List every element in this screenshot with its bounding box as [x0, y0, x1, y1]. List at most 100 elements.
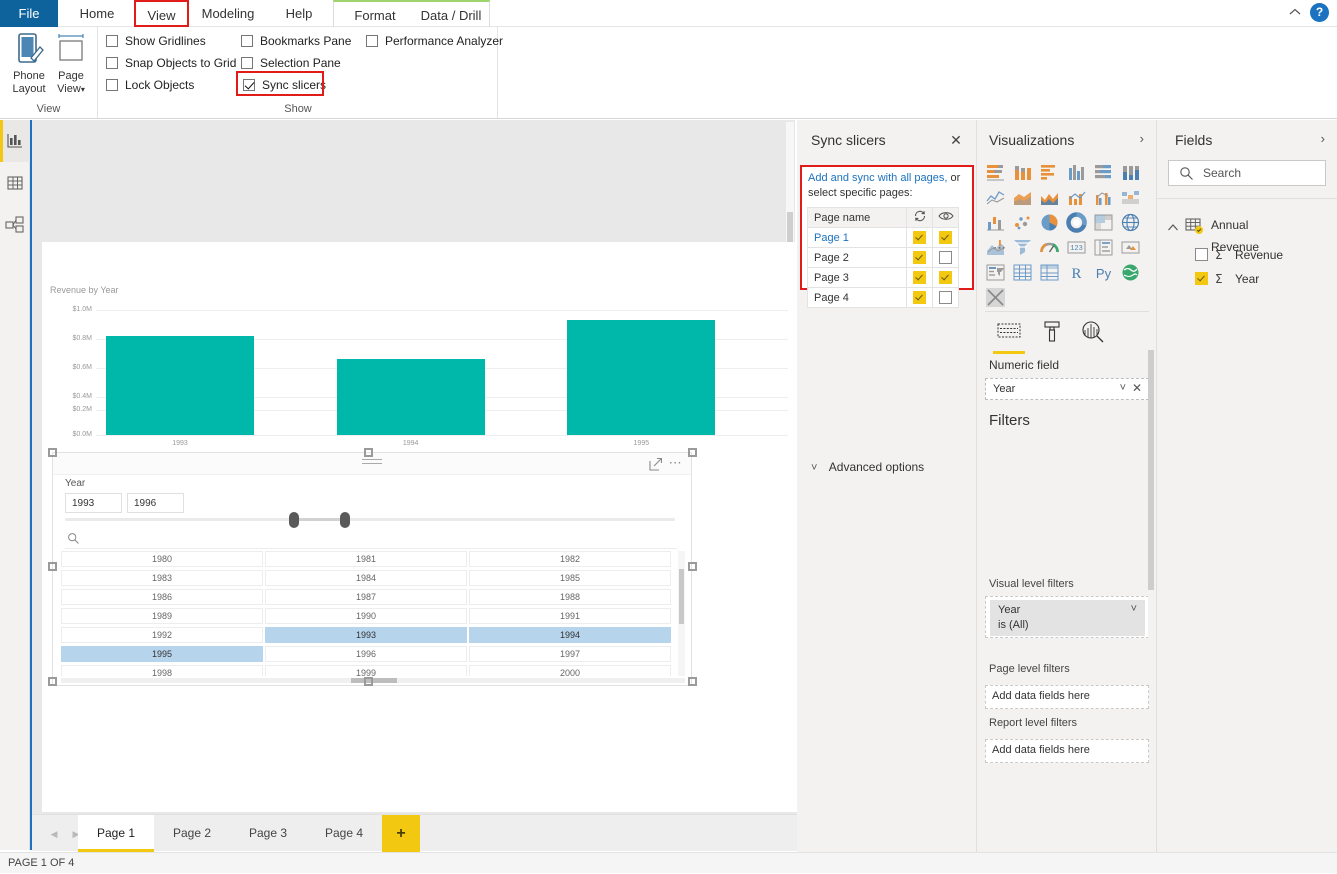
chevron-up-icon[interactable] [1167, 219, 1179, 241]
sync-checkbox[interactable] [906, 267, 933, 288]
slicer-year-item[interactable]: 1996 [265, 646, 467, 662]
checkbox-lock-objects[interactable]: Lock Objects [106, 76, 194, 95]
viz-pane-scrollbar[interactable] [1148, 350, 1154, 660]
drag-handle-icon[interactable] [362, 459, 382, 467]
bar-1993[interactable] [106, 336, 254, 435]
fields-tab[interactable] [989, 318, 1029, 354]
report-level-filter-dropzone[interactable]: Add data fields here [985, 739, 1149, 763]
phone-layout-button[interactable]: Phone Layout [6, 31, 52, 96]
more-options-icon[interactable]: ⋯ [669, 456, 683, 470]
slicer-search-row[interactable] [65, 531, 677, 549]
year-slicer-visual[interactable]: ⋯ Year 1993 1996 1980 1981 1982 1983 1984 198… [52, 452, 692, 686]
numeric-field-well[interactable]: Year ˅ ✕ [985, 378, 1149, 400]
clustered-column-chart-icon[interactable] [1066, 162, 1087, 183]
sync-icon[interactable] [906, 207, 933, 228]
slicer-year-item[interactable]: 1999 [265, 665, 467, 676]
table-row[interactable]: Page 4 [807, 287, 959, 308]
slicer-year-item[interactable]: 1982 [469, 551, 671, 567]
pie-chart-icon[interactable] [1039, 212, 1060, 233]
format-tab[interactable] [1032, 318, 1072, 350]
page-tab-page-3[interactable]: Page 3 [230, 815, 306, 852]
line-stacked-column-icon[interactable] [1066, 187, 1087, 208]
search-input[interactable]: Search [1168, 160, 1326, 186]
page-tab-page-2[interactable]: Page 2 [154, 815, 230, 852]
ribbon-tab-file[interactable]: File [0, 0, 58, 27]
add-page-button[interactable]: + [382, 815, 420, 852]
nav-model-view[interactable] [0, 204, 30, 246]
slicer-year-item[interactable]: 1985 [469, 570, 671, 586]
bar-1994[interactable] [336, 358, 485, 435]
arcgis-map-icon[interactable] [1120, 262, 1141, 283]
sync-page-name[interactable]: Page 2 [807, 247, 907, 268]
sync-page-name[interactable]: Page 4 [807, 287, 907, 308]
sync-page-name[interactable]: Page 3 [807, 267, 907, 288]
slicer-year-item[interactable]: 1981 [265, 551, 467, 567]
slicer-year-item[interactable]: 1989 [61, 608, 263, 624]
slicer-year-item[interactable]: 1990 [265, 608, 467, 624]
close-icon[interactable]: ✕ [948, 132, 964, 148]
sync-page-name[interactable]: Page 1 [807, 227, 907, 248]
more-visuals-icon[interactable]: ⋯ [993, 240, 1008, 256]
chevron-right-icon[interactable]: › [1140, 131, 1144, 146]
page-tab-page-4[interactable]: Page 4 [306, 815, 382, 852]
table-icon[interactable] [1012, 262, 1033, 283]
revenue-by-year-chart[interactable]: Revenue by Year $1.0M $0.8M $0.6M $0.4M … [50, 285, 788, 450]
card-icon[interactable]: 123 [1066, 237, 1087, 258]
checkbox-bookmarks-pane[interactable]: Bookmarks Pane [241, 32, 351, 51]
slicer-year-item[interactable]: 1987 [265, 589, 467, 605]
field-checkbox[interactable] [1195, 272, 1208, 285]
selection-handle[interactable] [364, 677, 373, 686]
visible-checkbox[interactable] [932, 267, 959, 288]
selection-handle[interactable] [688, 562, 697, 571]
page-view-button[interactable]: Page View▾ [48, 31, 94, 96]
key-influencers-icon[interactable] [985, 287, 1006, 308]
ribbon-tab-home[interactable]: Home [58, 0, 136, 27]
visible-checkbox[interactable] [932, 227, 959, 248]
line-clustered-column-icon[interactable] [1093, 187, 1114, 208]
visible-checkbox[interactable] [932, 247, 959, 268]
sync-checkbox[interactable] [906, 287, 933, 308]
100-stacked-bar-chart-icon[interactable] [1093, 162, 1114, 183]
area-chart-icon[interactable] [1012, 187, 1033, 208]
ribbon-tab-data-drill[interactable]: Data / Drill [411, 2, 491, 29]
advanced-options-toggle[interactable]: ˅ Advanced options [811, 460, 924, 474]
multi-row-card-icon[interactable] [1093, 237, 1114, 258]
focus-mode-icon[interactable] [649, 457, 663, 471]
field-checkbox[interactable] [1195, 248, 1208, 261]
map-icon[interactable] [1120, 212, 1141, 233]
slicer-year-item[interactable]: 1988 [469, 589, 671, 605]
ribbon-tab-format[interactable]: Format [339, 2, 411, 29]
scatter-chart-icon[interactable] [1012, 212, 1033, 233]
kpi-icon[interactable] [1120, 237, 1141, 258]
stacked-area-chart-icon[interactable] [1039, 187, 1060, 208]
treemap-icon[interactable] [1093, 212, 1114, 233]
visual-level-filter-card[interactable]: Year ˅ is (All) [985, 596, 1149, 638]
collapse-ribbon-icon[interactable] [1286, 4, 1304, 22]
checkbox-performance-analyzer[interactable]: Performance Analyzer [366, 32, 503, 51]
checkbox-snap-objects-to-grid[interactable]: Snap Objects to Grid [106, 54, 236, 73]
selection-handle[interactable] [48, 677, 57, 686]
slicer-year-item[interactable]: 1983 [61, 570, 263, 586]
selection-handle[interactable] [48, 448, 57, 457]
page-level-filter-dropzone[interactable]: Add data fields here [985, 685, 1149, 709]
visible-checkbox[interactable] [932, 287, 959, 308]
slicer-year-item[interactable]: 2000 [469, 665, 671, 676]
slicer-range-max-input[interactable]: 1996 [127, 493, 184, 513]
eye-icon[interactable] [932, 207, 959, 228]
close-icon[interactable]: ✕ [1132, 381, 1142, 395]
stacked-column-chart-icon[interactable] [1012, 162, 1033, 183]
slicer-year-grid[interactable]: 1980 1981 1982 1983 1984 1985 1986 1987 1988 1989… [61, 551, 685, 676]
nav-data-view[interactable] [0, 162, 30, 204]
selection-handle[interactable] [688, 448, 697, 457]
page-tab-page-1[interactable]: Page 1 [78, 815, 154, 852]
filter-card-body[interactable]: Year ˅ is (All) [990, 600, 1145, 636]
slicer-year-item[interactable]: 1984 [265, 570, 467, 586]
slicer-year-item[interactable]: 1991 [469, 608, 671, 624]
line-chart-icon[interactable] [985, 187, 1006, 208]
table-row[interactable]: Page 3 [807, 267, 959, 288]
selection-handle[interactable] [48, 562, 57, 571]
slider-thumb-max[interactable] [340, 512, 350, 528]
chevron-right-icon[interactable]: › [1321, 131, 1325, 146]
stacked-bar-chart-icon[interactable] [985, 162, 1006, 183]
100-stacked-column-chart-icon[interactable] [1120, 162, 1141, 183]
